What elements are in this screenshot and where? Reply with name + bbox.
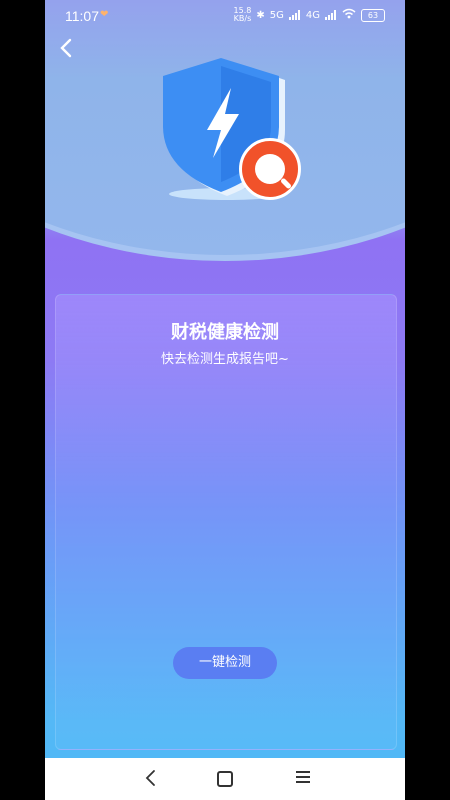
status-indicators: 15.8 KB/s ✱ 5G 4G 63 [234,7,385,23]
status-time: 11:07 [65,8,99,24]
wifi-icon [342,8,356,22]
nav-menu-icon[interactable] [296,771,310,785]
network-speed-unit: KB/s [233,14,252,23]
one-click-detect-button[interactable]: 一键检测 [173,647,277,679]
back-button[interactable] [59,38,81,62]
card-title: 财税健康检测 [171,322,279,343]
signal-1-label: 5G [269,9,284,21]
nav-home-icon[interactable] [217,771,233,787]
nav-back-icon[interactable] [141,768,161,788]
app-screen: 11:07 ❤ 15.8 KB/s ✱ 5G 4G 63 财税健康检测 快去检测… [45,0,405,800]
signal-2-label: 4G [305,9,320,21]
notification-heart-icon: ❤ [100,9,109,20]
system-nav-bar [45,758,405,800]
network-speed: 15.8 KB/s [234,7,252,23]
signal-1-icon [288,10,301,20]
card-subtitle: 快去检测生成报告吧~ [161,352,289,367]
status-bar: 11:07 ❤ 15.8 KB/s ✱ 5G 4G 63 [45,0,405,34]
chevron-left-icon [60,38,72,58]
search-icon [239,138,301,200]
battery-indicator: 63 [361,8,385,22]
bluetooth-icon: ✱ [256,9,265,21]
signal-2-icon [325,10,337,20]
